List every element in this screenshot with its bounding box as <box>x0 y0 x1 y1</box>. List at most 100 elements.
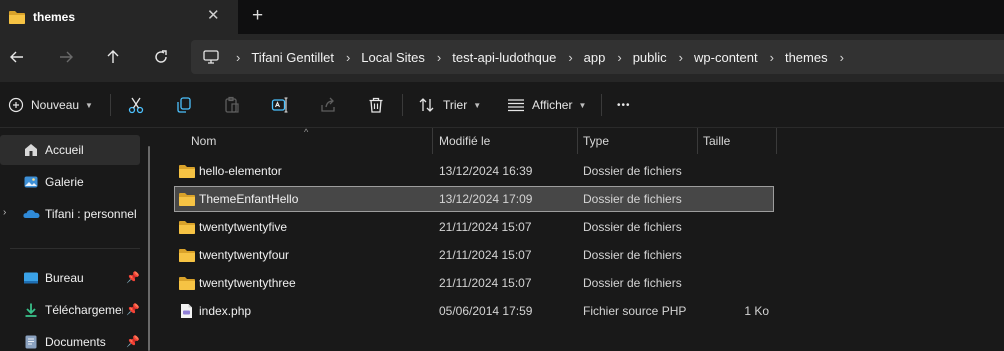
monitor-icon <box>203 50 219 67</box>
chevron-right-icon[interactable]: › <box>3 207 6 218</box>
address-bar[interactable]: › Tifani Gentillet › Local Sites › test-… <box>191 40 1004 74</box>
pin-icon[interactable]: 📌 <box>126 303 140 316</box>
breadcrumb-item-current[interactable]: themes <box>785 50 828 65</box>
chevron-right-icon[interactable]: › <box>679 50 683 65</box>
onedrive-icon <box>23 206 40 222</box>
table-row[interactable]: hello-elementor 13/12/2024 16:39 Dossier… <box>174 158 774 184</box>
file-modified: 13/12/2024 17:09 <box>439 192 533 206</box>
column-divider[interactable] <box>432 128 433 154</box>
folder-icon <box>9 10 25 27</box>
copy-button[interactable] <box>175 82 193 128</box>
up-arrow-icon <box>107 50 119 63</box>
column-header-size[interactable]: Taille <box>703 134 730 148</box>
tab-title: themes <box>33 10 76 24</box>
chevron-down-icon: ▼ <box>85 100 93 110</box>
file-name: twentytwentythree <box>199 276 296 290</box>
refresh-icon <box>155 50 167 63</box>
file-type: Dossier de fichiers <box>583 220 682 234</box>
file-type: Dossier de fichiers <box>583 192 682 206</box>
folder-icon <box>179 192 195 209</box>
back-button[interactable] <box>5 45 29 69</box>
sidebar-item-label: Tifani : personnel <box>45 207 137 221</box>
delete-button[interactable] <box>367 82 385 128</box>
file-name: twentytwentyfive <box>199 220 288 234</box>
breadcrumb-item[interactable]: test-api-ludothque <box>452 50 556 65</box>
table-row[interactable]: twentytwentyfive 21/11/2024 15:07 Dossie… <box>174 214 774 240</box>
sidebar-item-bureau[interactable]: Bureau 📌 <box>0 263 140 293</box>
column-divider[interactable] <box>697 128 698 154</box>
breadcrumb-item[interactable]: Tifani Gentillet <box>251 50 334 65</box>
tab-themes[interactable]: themes ✕ <box>0 0 238 34</box>
folder-icon <box>179 248 195 265</box>
forward-arrow-icon <box>60 51 73 63</box>
rename-button[interactable] <box>271 82 289 128</box>
plus-circle-icon <box>8 97 24 113</box>
column-header-name[interactable]: Nom <box>191 134 216 148</box>
sort-label: Trier <box>443 98 468 112</box>
breadcrumb-item[interactable]: Local Sites <box>361 50 425 65</box>
breadcrumb-item[interactable]: wp-content <box>694 50 758 65</box>
pin-icon[interactable]: 📌 <box>126 271 140 284</box>
file-type: Dossier de fichiers <box>583 164 682 178</box>
desktop-icon <box>23 270 39 286</box>
table-row[interactable]: index.php 05/06/2014 17:59 Fichier sourc… <box>174 298 774 324</box>
sidebar-item-label: Documents <box>45 335 106 349</box>
pin-icon[interactable]: 📌 <box>126 335 140 348</box>
divider <box>10 248 140 249</box>
paste-button[interactable] <box>223 82 241 128</box>
breadcrumb-item[interactable]: public <box>633 50 667 65</box>
column-headers: ^ Nom Modifié le Type Taille <box>160 127 1004 154</box>
new-button-label: Nouveau <box>31 98 80 112</box>
chevron-right-icon[interactable]: › <box>236 50 240 65</box>
sidebar-item-accueil[interactable]: Accueil <box>0 135 140 165</box>
view-button[interactable]: Afficher ▼ <box>507 82 586 128</box>
chevron-right-icon[interactable]: › <box>437 50 441 65</box>
sidebar-item-documents[interactable]: Documents 📌 <box>0 327 140 351</box>
sidebar-item-telechargements[interactable]: Téléchargemen 📌 <box>0 295 140 325</box>
folder-icon <box>179 276 195 293</box>
breadcrumb-item[interactable]: app <box>584 50 606 65</box>
folder-icon <box>179 220 195 237</box>
sort-button[interactable]: Trier ▼ <box>418 82 481 128</box>
file-modified: 21/11/2024 15:07 <box>439 276 532 290</box>
table-row[interactable]: twentytwentyfour 21/11/2024 15:07 Dossie… <box>174 242 774 268</box>
chevron-right-icon[interactable]: › <box>840 50 844 65</box>
table-row[interactable]: twentytwentythree 21/11/2024 15:07 Dossi… <box>174 270 774 296</box>
chevron-right-icon[interactable]: › <box>770 50 774 65</box>
cut-button[interactable] <box>127 82 145 128</box>
column-divider[interactable] <box>776 128 777 154</box>
rename-icon <box>271 97 288 113</box>
column-header-type[interactable]: Type <box>583 134 609 148</box>
up-button[interactable] <box>101 45 125 69</box>
new-button[interactable]: Nouveau ▼ <box>8 82 93 128</box>
navigation-bar: › Tifani Gentillet › Local Sites › test-… <box>0 34 1004 82</box>
refresh-button[interactable] <box>149 45 173 69</box>
command-bar: Nouveau ▼ Trier ▼ Afficher ▼ ••• <box>0 82 1004 128</box>
new-tab-button[interactable]: + <box>252 5 263 27</box>
chevron-right-icon[interactable]: › <box>617 50 621 65</box>
documents-icon <box>23 334 39 350</box>
file-modified: 05/06/2014 17:59 <box>439 304 533 318</box>
column-divider[interactable] <box>577 128 578 154</box>
more-options-button[interactable]: ••• <box>617 82 631 128</box>
divider <box>601 94 602 116</box>
close-tab-icon[interactable]: ✕ <box>207 8 220 24</box>
breadcrumb: › Tifani Gentillet › Local Sites › test-… <box>235 40 855 74</box>
column-header-modified[interactable]: Modifié le <box>439 134 490 148</box>
file-size: 1 Ko <box>744 304 769 318</box>
sidebar-item-onedrive-personnel[interactable]: › Tifani : personnel <box>0 199 140 229</box>
chevron-right-icon[interactable]: › <box>346 50 350 65</box>
table-row-selected[interactable]: ThemeEnfantHello 13/12/2024 17:09 Dossie… <box>174 186 774 212</box>
back-arrow-icon <box>10 51 23 63</box>
divider <box>110 94 111 116</box>
forward-button[interactable] <box>54 45 78 69</box>
chevron-right-icon[interactable]: › <box>568 50 572 65</box>
sidebar-scrollbar[interactable] <box>148 146 150 351</box>
share-button[interactable] <box>319 82 337 128</box>
file-type: Dossier de fichiers <box>583 248 682 262</box>
sidebar-item-galerie[interactable]: Galerie <box>0 167 140 197</box>
trash-icon <box>369 97 383 113</box>
chevron-down-icon: ▼ <box>473 100 482 110</box>
scissors-icon <box>128 97 144 114</box>
php-file-icon <box>180 303 193 322</box>
